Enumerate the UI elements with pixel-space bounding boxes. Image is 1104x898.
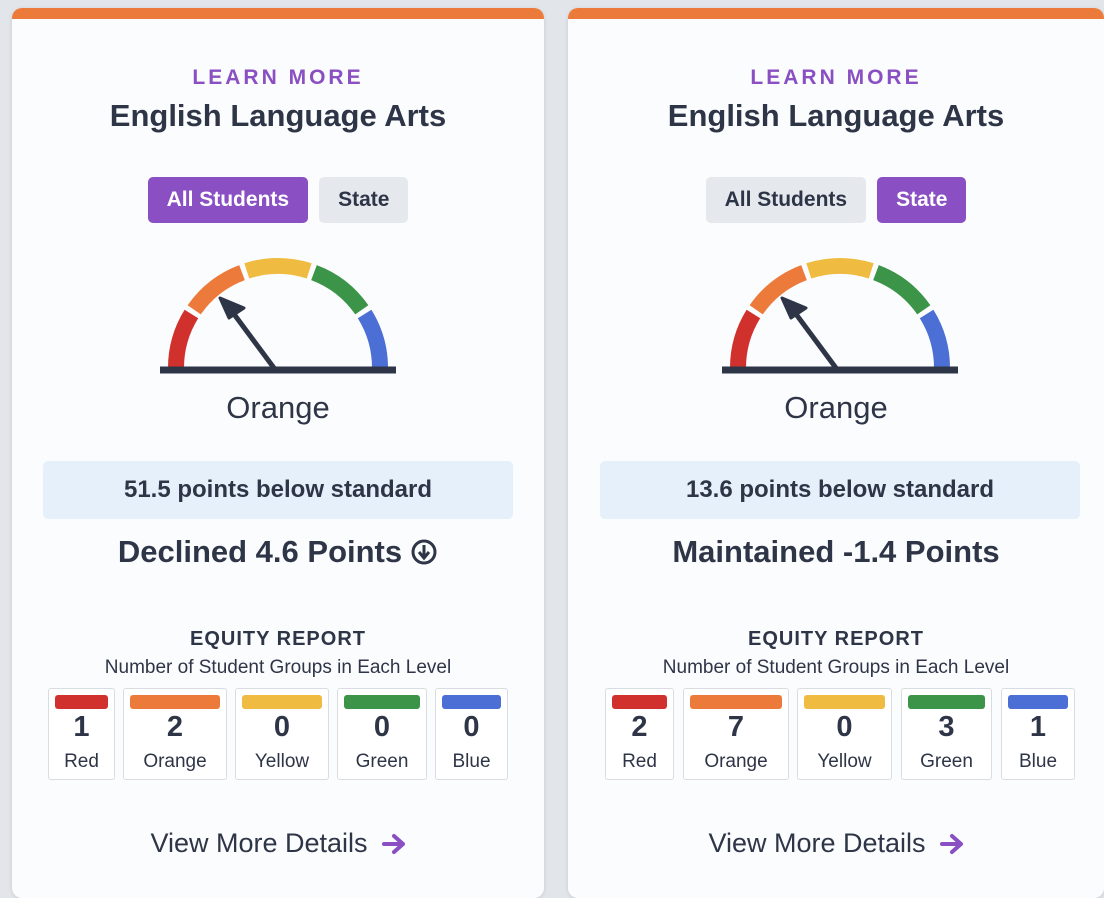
level-color-bar <box>130 695 220 709</box>
level-label: Yellow <box>817 751 872 772</box>
group-count: 0 <box>373 711 391 743</box>
view-more-details-label: View More Details <box>708 828 926 858</box>
arrow-right-icon <box>381 833 405 854</box>
student-group-toggle: All Students State <box>568 177 1104 223</box>
distance-from-standard: 51.5 points below standard <box>43 461 513 519</box>
equity-cell-blue: 1 Blue <box>1001 688 1075 780</box>
gauge-icon <box>722 258 958 374</box>
group-count: 2 <box>166 711 184 743</box>
status-level-label: Orange <box>226 390 330 425</box>
arrow-down-circle-icon <box>411 539 437 565</box>
group-count: 0 <box>836 711 853 743</box>
student-group-toggle: All Students State <box>12 177 544 223</box>
level-label: Red <box>64 751 99 772</box>
group-count: 3 <box>938 711 955 743</box>
level-color-bar <box>55 695 108 709</box>
view-more-details-link[interactable]: View More Details <box>12 828 544 859</box>
level-color-bar <box>908 695 985 709</box>
level-label: Orange <box>704 751 768 772</box>
distance-from-standard: 13.6 points below standard <box>600 461 1080 519</box>
card-title: English Language Arts <box>109 98 447 133</box>
card-top-accent-bar <box>568 8 1104 19</box>
equity-report-subtitle: Number of Student Groups in Each Level <box>662 657 1010 678</box>
level-color-bar <box>612 695 667 709</box>
change-text: Maintained -1.4 Points <box>672 534 1000 569</box>
equity-cell-green: 0 Green <box>337 688 427 780</box>
group-count: 1 <box>1029 711 1047 743</box>
level-color-bar <box>242 695 322 709</box>
level-color-bar <box>442 695 501 709</box>
change-indicator: Maintained -1.4 Points <box>568 534 1104 570</box>
change-text: Declined 4.6 Points <box>117 534 403 569</box>
equity-cell-red: 1 Red <box>48 688 115 780</box>
tab-state[interactable]: State <box>319 177 409 223</box>
level-color-bar <box>344 695 420 709</box>
level-label: Green <box>920 751 973 772</box>
group-count: 0 <box>463 711 480 743</box>
equity-cell-green: 3 Green <box>901 688 992 780</box>
gauge-icon <box>160 258 396 374</box>
learn-more-link[interactable]: LEARN MORE <box>568 66 1104 90</box>
level-label: Orange <box>143 751 207 772</box>
group-count: 0 <box>273 711 291 743</box>
group-count: 7 <box>727 711 745 743</box>
equity-cell-yellow: 0 Yellow <box>797 688 892 780</box>
level-label: Blue <box>452 751 491 772</box>
equity-level-grid: 1 Red 2 Orange 0 Yellow 0 Green 0 Blue <box>48 688 508 780</box>
equity-cell-orange: 7 Orange <box>683 688 789 780</box>
status-level-label: Orange <box>784 390 888 425</box>
equity-report-subtitle: Number of Student Groups in Each Level <box>104 657 452 678</box>
ela-card-state: LEARN MORE English Language Arts All Stu… <box>568 8 1104 898</box>
card-top-accent-bar <box>12 8 544 19</box>
equity-report-title: EQUITY REPORT <box>190 628 366 650</box>
equity-cell-red: 2 Red <box>605 688 674 780</box>
tab-all-students[interactable]: All Students <box>147 177 309 223</box>
view-more-details-label: View More Details <box>150 828 368 858</box>
level-label: Green <box>355 751 409 772</box>
equity-level-grid: 2 Red 7 Orange 0 Yellow 3 Green 1 Blue <box>605 688 1075 780</box>
ela-card-all-students: LEARN MORE English Language Arts All Stu… <box>12 8 544 898</box>
level-color-bar <box>1008 695 1068 709</box>
equity-cell-orange: 2 Orange <box>123 688 227 780</box>
level-label: Blue <box>1018 751 1058 772</box>
card-title: English Language Arts <box>667 98 1005 133</box>
tab-all-students[interactable]: All Students <box>705 177 867 223</box>
equity-cell-blue: 0 Blue <box>435 688 508 780</box>
view-more-details-link[interactable]: View More Details <box>568 828 1104 859</box>
change-indicator: Declined 4.6 Points <box>12 534 544 570</box>
group-count: 2 <box>631 711 648 743</box>
level-label: Yellow <box>254 751 310 772</box>
level-color-bar <box>804 695 885 709</box>
group-count: 1 <box>73 711 90 743</box>
learn-more-link[interactable]: LEARN MORE <box>12 66 544 90</box>
tab-state[interactable]: State <box>877 177 967 223</box>
arrow-right-icon <box>939 833 963 854</box>
equity-cell-yellow: 0 Yellow <box>235 688 329 780</box>
equity-report-title: EQUITY REPORT <box>748 628 924 650</box>
level-label: Red <box>622 751 657 772</box>
level-color-bar <box>690 695 782 709</box>
